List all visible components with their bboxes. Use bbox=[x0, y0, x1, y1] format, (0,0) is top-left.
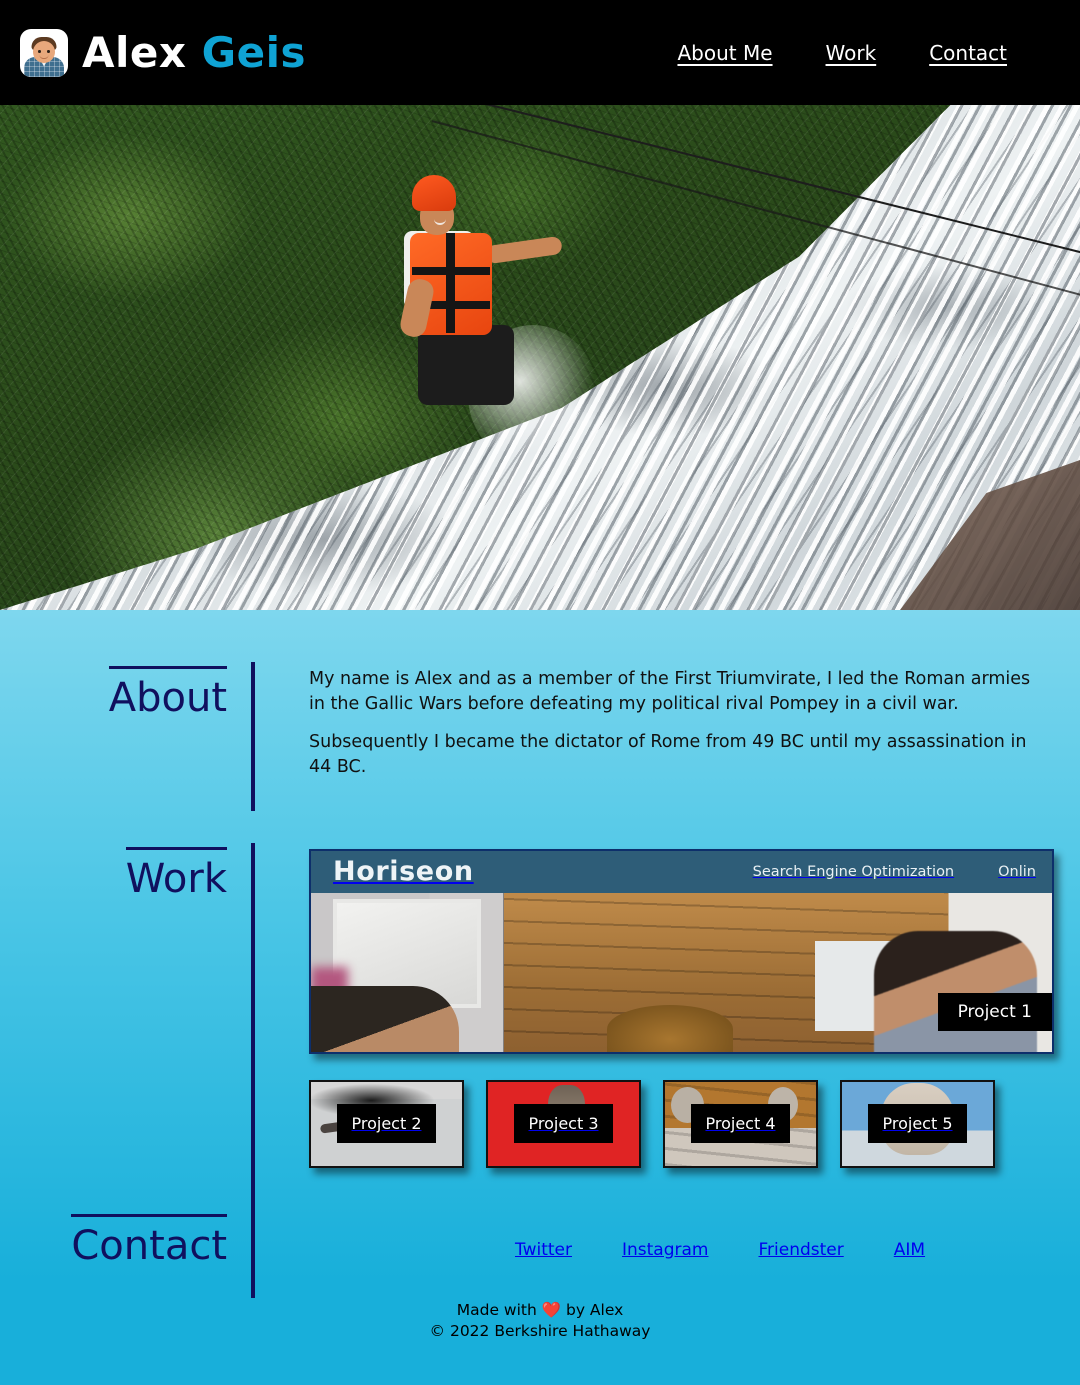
work-heading: Work bbox=[125, 846, 227, 900]
about-section: About My name is Alex and as a member of… bbox=[0, 662, 1080, 811]
project-card-3-label: Project 3 bbox=[514, 1104, 613, 1143]
about-paragraph-1: My name is Alex and as a member of the F… bbox=[309, 669, 1031, 715]
site-title: Alex Geis bbox=[82, 31, 306, 74]
contact-link-friendster[interactable]: Friendster bbox=[758, 1240, 843, 1260]
project-card-row: Project 2 Project 3 Project 4 Project 5 bbox=[309, 1079, 1080, 1168]
project-card-3[interactable]: Project 3 bbox=[486, 1079, 641, 1168]
contact-link-aim[interactable]: AIM bbox=[894, 1240, 925, 1260]
main-nav: About Me Work Contact bbox=[677, 41, 1064, 65]
contact-heading-wrap: Contact bbox=[0, 1210, 251, 1298]
contact-heading: Contact bbox=[71, 1213, 227, 1267]
project-card-2[interactable]: Project 2 bbox=[309, 1079, 464, 1168]
project-card-1-label: Project 1 bbox=[937, 992, 1052, 1031]
nav-link-contact[interactable]: Contact bbox=[929, 41, 1007, 65]
contact-links: Twitter Instagram Friendster AIM bbox=[309, 1240, 1080, 1260]
contact-link-twitter[interactable]: Twitter bbox=[515, 1240, 572, 1260]
heart-icon: ❤️ bbox=[541, 1301, 562, 1319]
footer-copyright: © 2022 Berkshire Hathaway bbox=[429, 1321, 651, 1340]
contact-body: Twitter Instagram Friendster AIM bbox=[251, 1209, 1080, 1298]
work-section: Work Horiseon Search Engine Optimization… bbox=[0, 842, 1080, 1210]
contact-link-instagram[interactable]: Instagram bbox=[622, 1240, 709, 1260]
brand-last-name: Geis bbox=[201, 27, 306, 77]
horiseon-logo: Horiseon bbox=[333, 856, 474, 887]
brand[interactable]: Alex Geis bbox=[20, 28, 306, 77]
hero-rider-figure bbox=[398, 175, 598, 465]
horiseon-nav: Search Engine Optimization Onlin bbox=[753, 864, 1042, 880]
project-card-4-label: Project 4 bbox=[691, 1104, 790, 1143]
avatar-icon bbox=[20, 28, 68, 77]
project-card-1[interactable]: Horiseon Search Engine Optimization Onli… bbox=[309, 848, 1054, 1054]
project-card-4[interactable]: Project 4 bbox=[663, 1079, 818, 1168]
project-card-5-label: Project 5 bbox=[868, 1104, 967, 1143]
brand-first-name: Alex bbox=[82, 27, 187, 77]
footer-made-with-line: Made with ❤️ by Alex bbox=[457, 1300, 624, 1321]
footer-made-with-suffix: by Alex bbox=[561, 1301, 624, 1319]
project-card-5[interactable]: Project 5 bbox=[840, 1079, 995, 1168]
project-card-2-label: Project 2 bbox=[337, 1104, 436, 1143]
about-body: My name is Alex and as a member of the F… bbox=[251, 662, 1080, 811]
horiseon-nav-item-seo: Search Engine Optimization bbox=[752, 863, 955, 880]
horiseon-site-header: Horiseon Search Engine Optimization Onli… bbox=[311, 850, 1052, 893]
about-heading-wrap: About bbox=[0, 662, 251, 811]
main-content: About My name is Alex and as a member of… bbox=[0, 610, 1080, 1298]
nav-link-about-me[interactable]: About Me bbox=[677, 41, 772, 65]
about-heading: About bbox=[108, 666, 227, 719]
footer-made-with-prefix: Made with bbox=[456, 1301, 542, 1319]
horiseon-nav-item-online: Onlin bbox=[998, 863, 1036, 880]
about-paragraph-2: Subsequently I became the dictator of Ro… bbox=[309, 731, 1027, 778]
contact-section: Contact Twitter Instagram Friendster AIM bbox=[0, 1209, 1080, 1298]
hero-banner-image bbox=[0, 105, 1080, 610]
nav-link-work[interactable]: Work bbox=[826, 41, 877, 65]
work-heading-wrap: Work bbox=[0, 843, 251, 1210]
site-header: Alex Geis About Me Work Contact bbox=[0, 0, 1080, 105]
work-body: Horiseon Search Engine Optimization Onli… bbox=[251, 842, 1080, 1210]
